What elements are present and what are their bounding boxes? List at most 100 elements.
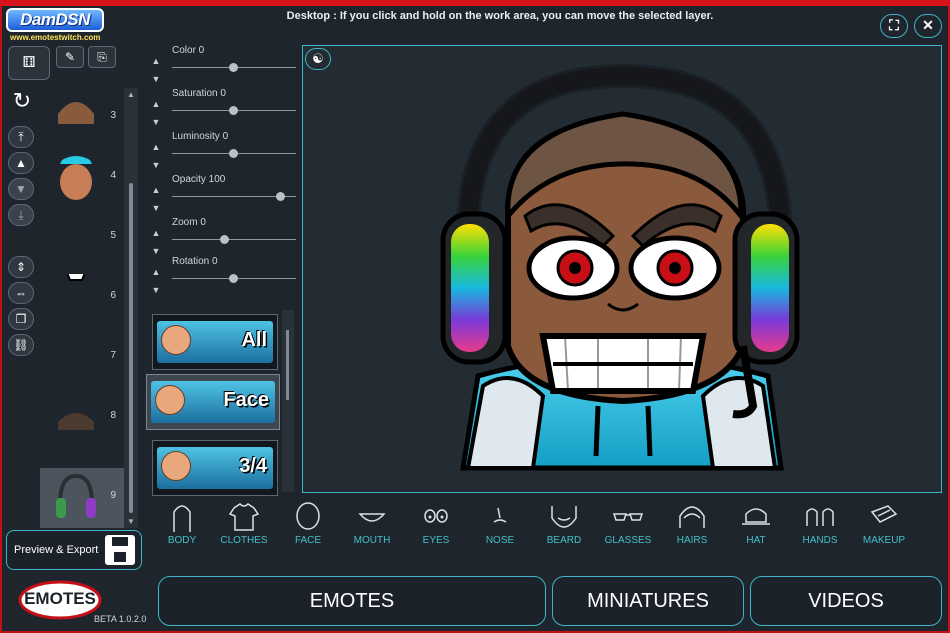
part-eyes[interactable]: EYES <box>404 500 468 550</box>
flip-horizontal-icon: ⇔ <box>15 286 27 300</box>
part-hairs[interactable]: HAIRS <box>660 500 724 550</box>
work-area[interactable]: ☯ <box>302 45 942 493</box>
category-list: All Face 3/4 <box>146 310 296 496</box>
flip-horizontal-button[interactable]: ⇔ <box>8 282 34 304</box>
layer-item[interactable]: 3 <box>40 88 124 148</box>
edit-layer-button[interactable]: ✎ <box>56 46 84 68</box>
part-categories: BODY CLOTHES FACE MOUTH EYES NOSE BEARD … <box>150 500 940 550</box>
flip-vertical-button[interactable]: ⇕ <box>8 256 34 278</box>
layer-thumb-mouth <box>66 274 86 281</box>
version-label: BETA 1.0.2.0 <box>94 614 147 624</box>
slider-knob[interactable] <box>276 192 285 201</box>
tab-emotes[interactable]: EMOTES <box>158 576 546 626</box>
stepper-icon[interactable]: ▲ ▼ <box>148 57 164 84</box>
part-label: GLASSES <box>604 535 652 546</box>
saturation-slider[interactable]: ▲ ▼ Saturation 0 <box>148 88 298 128</box>
slider-track[interactable] <box>172 239 296 240</box>
layer-number: 4 <box>110 170 116 181</box>
opacity-slider[interactable]: ▲ ▼ Opacity 100 <box>148 174 298 214</box>
part-hands[interactable]: HANDS <box>788 500 852 550</box>
part-hat[interactable]: HAT <box>724 500 788 550</box>
move-down-button[interactable]: ▼ <box>8 178 34 200</box>
hands-icon <box>806 508 834 526</box>
part-mouth[interactable]: MOUTH <box>340 500 404 550</box>
close-icon: ✕ <box>922 17 934 33</box>
part-label: MAKEUP <box>862 535 906 546</box>
avatar-icon <box>161 451 191 481</box>
logo-text: DamDSN <box>6 8 104 32</box>
stepper-icon[interactable]: ▲ ▼ <box>148 186 164 213</box>
arrow-up-icon: ▲ <box>15 156 27 170</box>
category-scrollbar[interactable] <box>282 310 294 492</box>
emotes-logo-text: EMOTES <box>24 589 96 608</box>
color-slider[interactable]: ▲ ▼ Color 0 <box>148 45 298 85</box>
tab-videos[interactable]: VIDEOS <box>750 576 942 626</box>
category-all[interactable]: All <box>152 314 278 370</box>
layer-item-selected[interactable]: 9 <box>40 468 124 528</box>
hair-icon <box>679 506 705 528</box>
slider-knob[interactable] <box>229 149 238 158</box>
random-dice-button[interactable]: ⚅ <box>8 46 50 80</box>
slider-knob[interactable] <box>229 274 238 283</box>
luminosity-slider[interactable]: ▲ ▼ Luminosity 0 <box>148 131 298 171</box>
eyes-icon <box>424 509 448 523</box>
link-layer-button[interactable]: ⛓ <box>8 334 34 356</box>
layer-thumb-face <box>60 156 92 200</box>
part-label: EYES <box>422 535 450 546</box>
rotation-slider[interactable]: ▲ ▼ Rotation 0 <box>148 256 298 296</box>
part-nose[interactable]: NOSE <box>468 500 532 550</box>
category-label: 3/4 <box>239 455 267 477</box>
tab-miniatures[interactable]: MINIATURES <box>552 576 744 626</box>
category-face[interactable]: Face <box>146 374 280 430</box>
body-icon <box>173 505 191 532</box>
layer-item[interactable]: 7 <box>40 328 124 388</box>
slider-knob[interactable] <box>229 63 238 72</box>
layer-item[interactable]: 5 <box>40 208 124 268</box>
zoom-slider[interactable]: ▲ ▼ Zoom 0 <box>148 217 298 257</box>
layers-list: 3 4 5 6 7 8 9 <box>40 88 124 528</box>
stepper-icon[interactable]: ▲ ▼ <box>148 268 164 295</box>
workspace-hint: Desktop : If you click and hold on the w… <box>286 10 714 22</box>
part-makeup[interactable]: MAKEUP <box>852 500 916 550</box>
layer-item[interactable]: 6 <box>40 268 124 328</box>
scroll-down-icon[interactable]: ▼ <box>127 517 135 526</box>
move-top-icon: ⤒ <box>18 130 24 144</box>
stepper-icon[interactable]: ▲ ▼ <box>148 143 164 170</box>
fullscreen-icon: ⛶ <box>889 17 899 33</box>
slider-label: Color 0 <box>172 45 205 56</box>
copy-layer-button[interactable]: ❐ <box>8 308 34 330</box>
refresh-icon: ↻ <box>12 88 32 113</box>
category-label: Face <box>223 389 269 411</box>
duplicate-layer-button[interactable]: ⎘ <box>88 46 116 68</box>
damdsn-logo[interactable]: DamDSN www.emotestwitch.com <box>6 8 104 42</box>
layer-item[interactable]: 4 <box>40 148 124 208</box>
scroll-thumb[interactable] <box>286 330 289 400</box>
reset-button[interactable]: ↻ <box>8 88 36 114</box>
part-body[interactable]: BODY <box>150 500 214 550</box>
move-bottom-button[interactable]: ⤓ <box>8 204 34 226</box>
slider-knob[interactable] <box>220 235 229 244</box>
flip-vertical-icon: ⇕ <box>15 260 27 274</box>
scroll-up-icon[interactable]: ▲ <box>127 90 135 99</box>
layer-item[interactable]: 8 <box>40 388 124 448</box>
part-clothes[interactable]: CLOTHES <box>212 500 276 550</box>
move-up-button[interactable]: ▲ <box>8 152 34 174</box>
layers-scrollbar[interactable]: ▲ ▼ <box>124 88 138 528</box>
preview-export-label: Preview & Export <box>14 544 99 556</box>
stepper-icon[interactable]: ▲ ▼ <box>148 100 164 127</box>
part-beard[interactable]: BEARD <box>532 500 596 550</box>
slider-knob[interactable] <box>229 106 238 115</box>
hat-icon <box>742 508 770 525</box>
scroll-thumb[interactable] <box>129 183 133 513</box>
stepper-icon[interactable]: ▲ ▼ <box>148 229 164 256</box>
preview-export-button[interactable]: Preview & Export <box>6 530 142 570</box>
part-face[interactable]: FACE <box>276 500 340 550</box>
category-three-quarter[interactable]: 3/4 <box>152 440 278 496</box>
part-glasses[interactable]: GLASSES <box>596 500 660 550</box>
logo-url: www.emotestwitch.com <box>10 33 101 42</box>
close-button[interactable]: ✕ <box>914 14 942 38</box>
move-top-button[interactable]: ⤒ <box>8 126 34 148</box>
fullscreen-button[interactable]: ⛶ <box>880 14 908 38</box>
copy-icon: ❐ <box>15 312 27 326</box>
slider-label: Luminosity 0 <box>172 131 229 142</box>
